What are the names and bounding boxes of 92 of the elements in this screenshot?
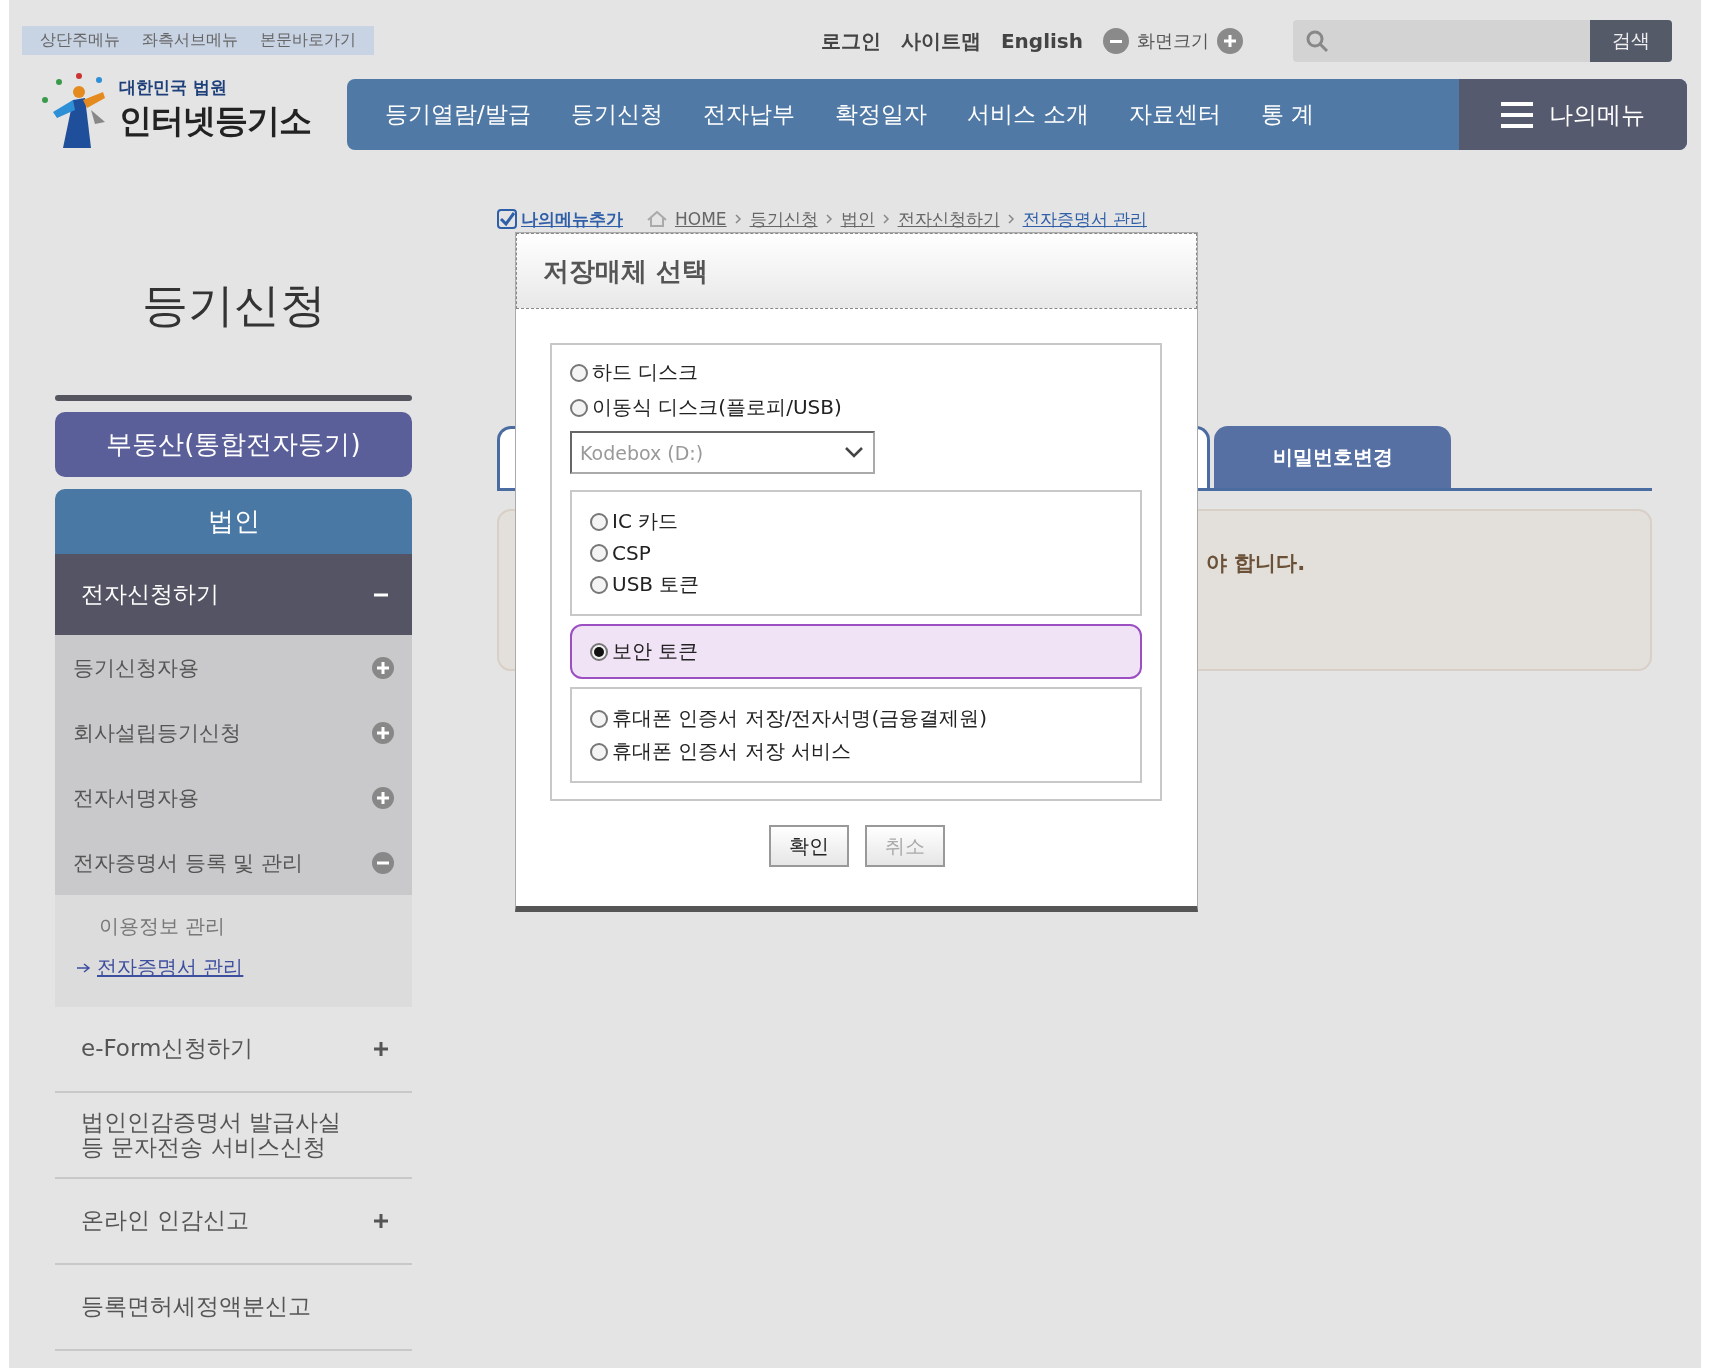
util-link[interactable]: 로그인	[820, 27, 881, 55]
breadcrumb-link[interactable]: 법인	[840, 207, 875, 231]
minus-icon	[1110, 39, 1122, 43]
radio-option[interactable]: 보안 토큰	[590, 638, 1122, 665]
sidebar-subitem[interactable]: 전자서명자용	[55, 765, 412, 830]
my-menu-button[interactable]: 나의메뉴	[1459, 79, 1687, 150]
subitem-label: 전자증명서 등록 및 관리	[73, 849, 304, 877]
group-label: 법인인감증명서 발급사실 등 문자전송 서비스신청	[81, 1109, 342, 1161]
group-label: 온라인 인감신고	[81, 1208, 250, 1234]
sidebar-subitem[interactable]: 회사설립등기신청	[55, 700, 412, 765]
radio-button[interactable]	[590, 742, 608, 761]
nav-item[interactable]: 확정일자	[814, 99, 947, 130]
logo-subtitle: 대한민국 법원	[119, 76, 228, 99]
subitem-label: 전자서명자용	[73, 784, 199, 812]
skip-link[interactable]: 본문바로가기	[260, 30, 356, 51]
category-button[interactable]: 부동산(통합전자등기)	[55, 412, 412, 477]
chevron-icon	[734, 214, 742, 224]
dialog-button[interactable]: 확인	[768, 825, 849, 867]
radio-button[interactable]	[590, 575, 608, 594]
arrow-icon	[77, 962, 91, 973]
option-label: 휴대폰 인증서 저장/전자서명(금융결제원)	[612, 705, 988, 732]
checkbox-icon	[497, 209, 517, 229]
chevron-icon	[882, 214, 890, 224]
notice-text: 야 합니다.	[1206, 550, 1307, 577]
sidebar-title: 등기신청	[140, 277, 327, 334]
search-button[interactable]: 검색	[1590, 20, 1672, 62]
radio-button[interactable]	[570, 398, 588, 417]
radio-button[interactable]	[590, 642, 608, 661]
skip-link[interactable]: 상단주메뉴	[40, 30, 120, 51]
submenu-link[interactable]: 이용정보 관리	[77, 913, 412, 940]
skip-link[interactable]: 좌측서브메뉴	[142, 30, 238, 51]
plus-icon	[374, 1042, 388, 1056]
plus-icon	[1224, 35, 1236, 47]
breadcrumb-link[interactable]: 전자증명서 관리	[1022, 207, 1147, 231]
breadcrumb-link[interactable]: 등기신청	[749, 207, 818, 231]
search-field[interactable]: 검색	[1293, 20, 1672, 62]
subitem-label: 등기신청자용	[73, 654, 199, 682]
radio-button[interactable]	[590, 512, 608, 531]
group-label: 전자신청하기	[81, 581, 219, 608]
option-label: USB 토큰	[612, 571, 700, 598]
nav-item[interactable]: 서비스 소개	[946, 99, 1110, 130]
sidebar-subitem[interactable]: 전자증명서 등록 및 관리	[55, 830, 412, 895]
util-link[interactable]: English	[1000, 29, 1083, 53]
option-label: 하드 디스크	[592, 359, 699, 386]
menu-icon	[1501, 101, 1533, 128]
nav-item[interactable]: 자료센터	[1109, 99, 1242, 130]
home-icon	[647, 211, 667, 227]
zoom-out-button[interactable]	[1103, 28, 1129, 54]
tab[interactable]: 비밀번호변경	[1214, 426, 1451, 488]
sidebar-group[interactable]: 등록면허세정액분신고	[55, 1265, 412, 1351]
option-label: IC 카드	[612, 508, 679, 535]
submenu-link[interactable]: 전자증명서 관리	[77, 954, 412, 981]
sidebar-group[interactable]: e-Form신청하기	[55, 1007, 412, 1093]
group-label: e-Form신청하기	[81, 1036, 254, 1062]
util-link[interactable]: 사이트맵	[900, 27, 981, 55]
nav-item[interactable]: 등기열람/발급	[365, 99, 551, 130]
option-label: 이동식 디스크(플로피/USB)	[592, 394, 842, 421]
nav-item[interactable]: 등기신청	[550, 99, 683, 130]
dialog-title: 저장매체 선택	[543, 254, 709, 288]
radio-button[interactable]	[570, 363, 588, 382]
radio-option[interactable]: 하드 디스크	[570, 359, 1142, 386]
sidebar-group[interactable]: 온라인 인감신고	[55, 1179, 412, 1265]
breadcrumb-link[interactable]: 전자신청하기	[897, 207, 1000, 231]
subitem-label: 회사설립등기신청	[73, 719, 241, 747]
sidebar-group[interactable]: 법인인감증명서 발급사실 등 문자전송 서비스신청	[55, 1093, 412, 1179]
chevron-down-icon	[845, 447, 863, 458]
radio-option[interactable]: 이동식 디스크(플로피/USB)	[570, 394, 1142, 421]
radio-button[interactable]	[590, 544, 608, 562]
nav-item[interactable]: 통 계	[1241, 99, 1335, 130]
chevron-icon	[1007, 214, 1015, 224]
breadcrumb-link[interactable]: HOME	[675, 209, 727, 229]
sidebar-subitem[interactable]: 등기신청자용	[55, 635, 412, 700]
option-label: CSP	[612, 541, 651, 565]
option-label: 휴대폰 인증서 저장 서비스	[612, 738, 852, 765]
group-label: 등록면허세정액분신고	[81, 1294, 311, 1320]
radio-option[interactable]: 휴대폰 인증서 저장 서비스	[590, 738, 1122, 765]
search-icon	[1305, 29, 1329, 53]
plus-icon	[374, 1214, 388, 1228]
sidebar-group[interactable]: 전자신청하기	[55, 554, 412, 635]
add-my-menu-link[interactable]: 나의메뉴추가	[497, 207, 623, 231]
logo-title: 인터넷등기소	[119, 100, 311, 142]
chevron-icon	[825, 214, 833, 224]
category-button[interactable]: 법인	[55, 489, 412, 554]
radio-option[interactable]: IC 카드	[590, 508, 1122, 535]
radio-option[interactable]: CSP	[590, 541, 1122, 565]
radio-option[interactable]: USB 토큰	[590, 571, 1122, 598]
radio-option[interactable]: 휴대폰 인증서 저장/전자서명(금융결제원)	[590, 705, 1122, 732]
radio-button[interactable]	[590, 709, 608, 728]
zoom-in-button[interactable]	[1217, 28, 1243, 54]
option-label: 보안 토큰	[612, 638, 699, 665]
zoom-label: 화면크기	[1137, 29, 1209, 53]
nav-item[interactable]: 전자납부	[682, 99, 815, 130]
